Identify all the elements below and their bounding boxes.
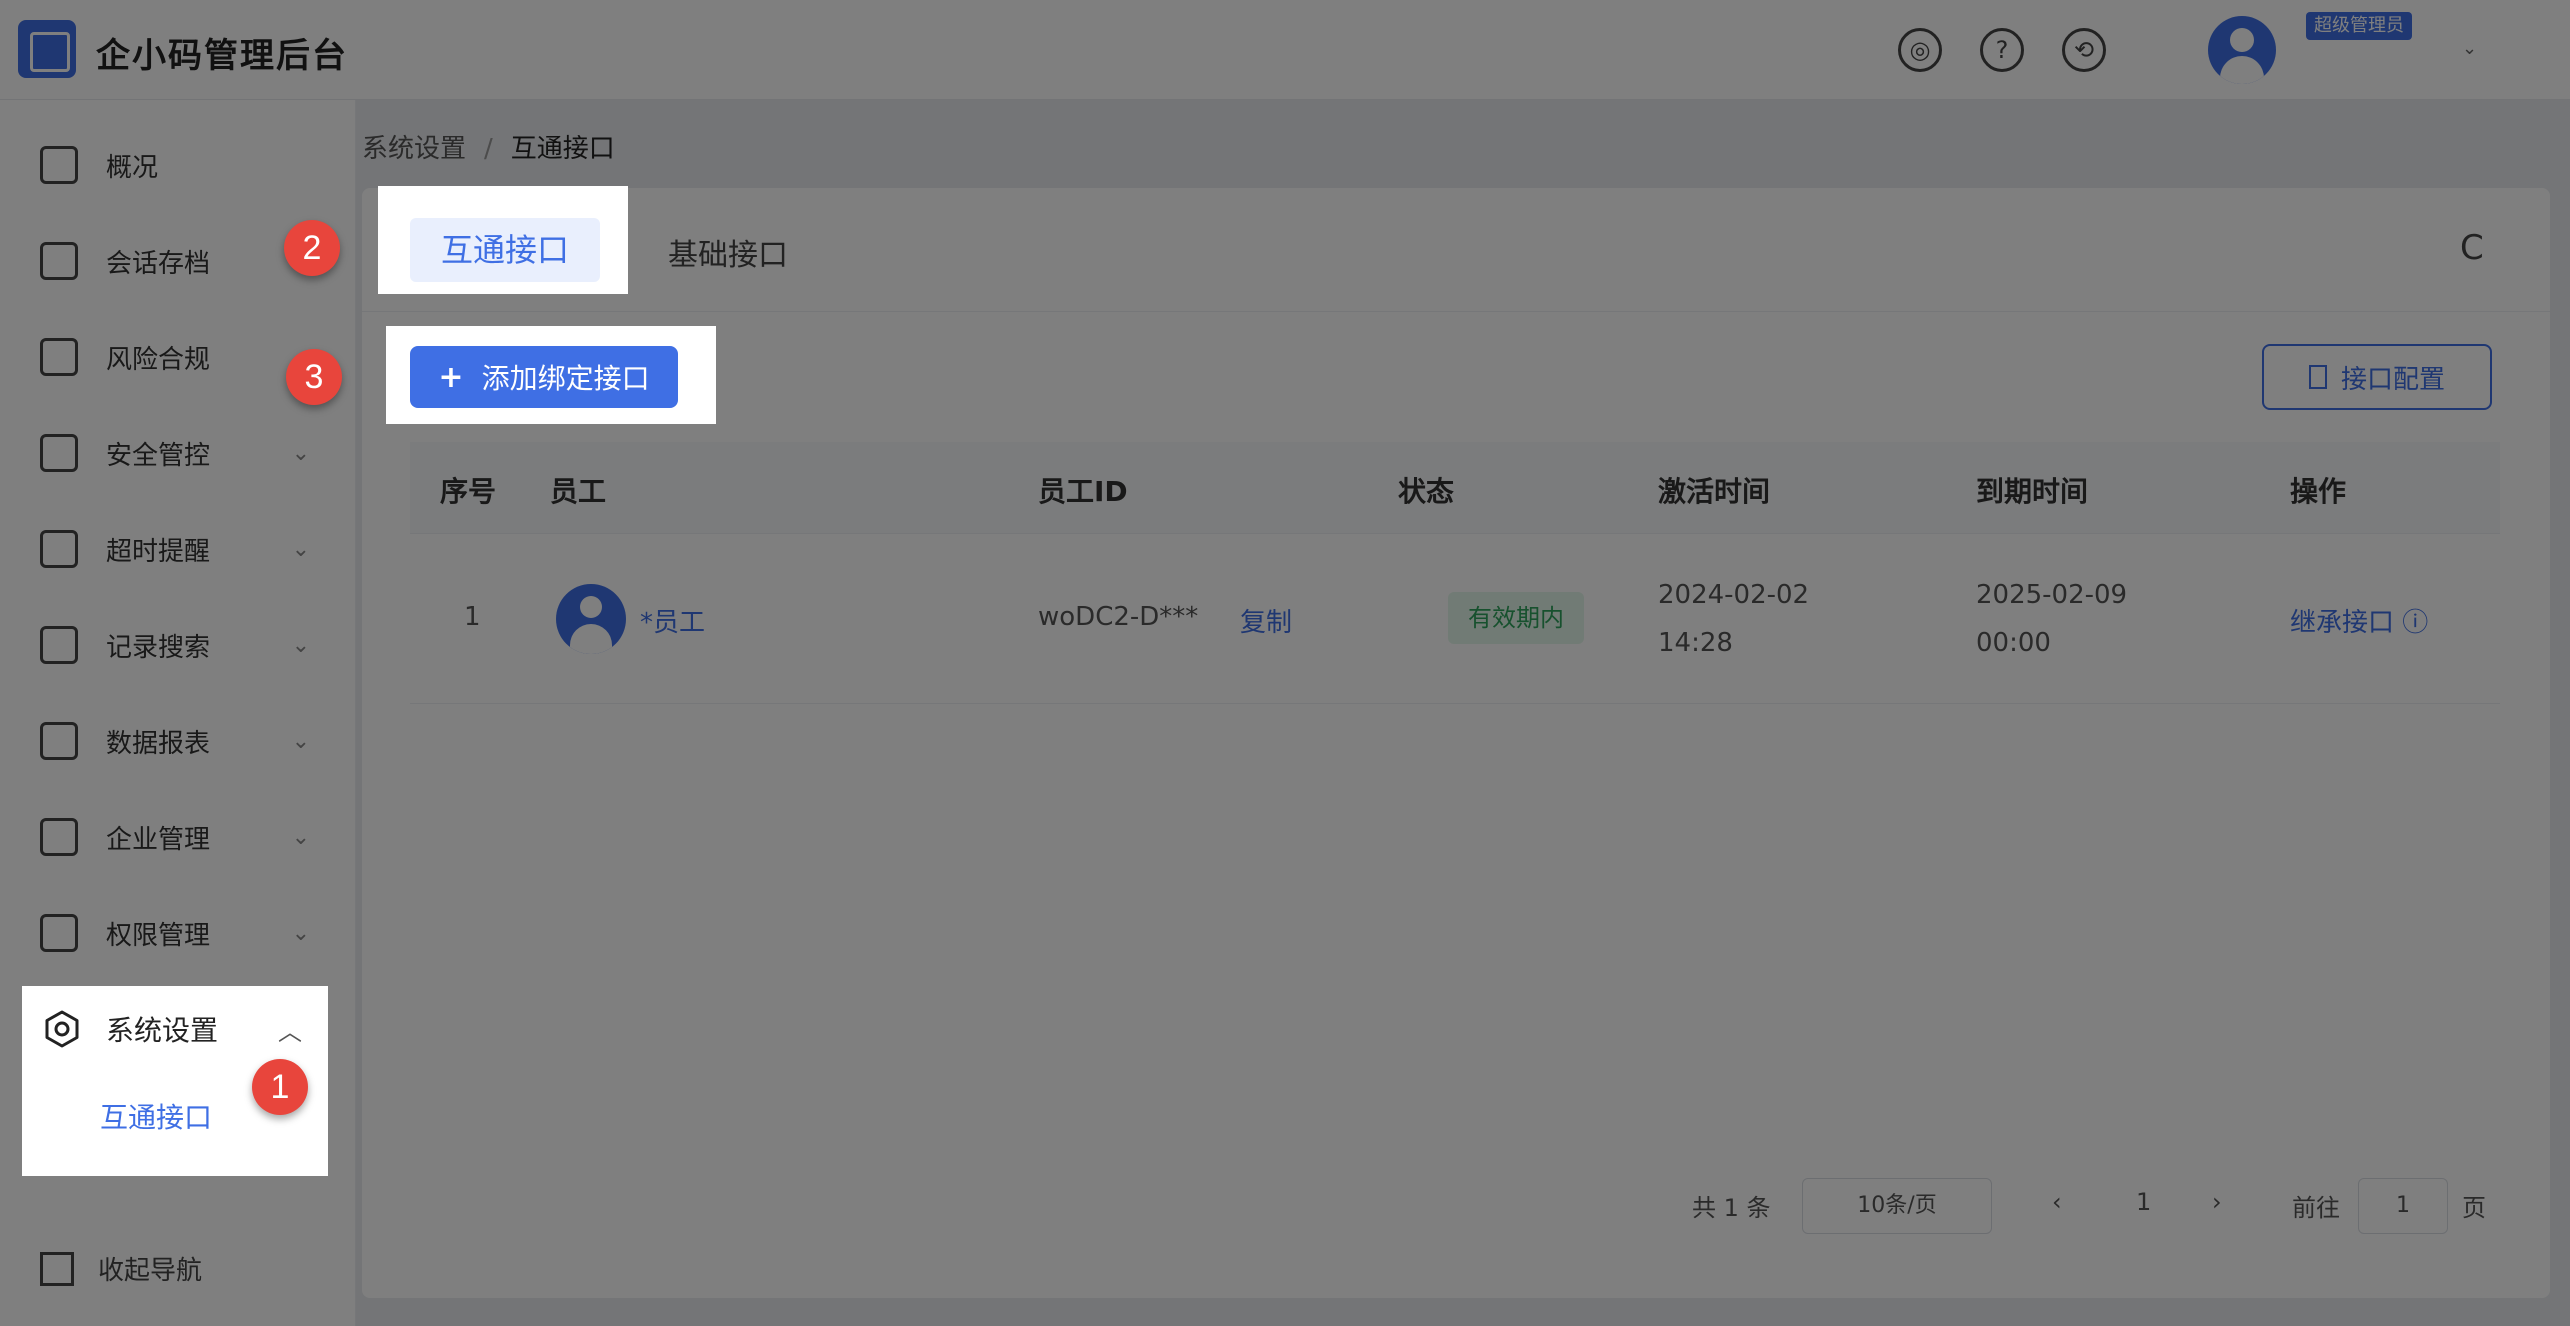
- step-marker-2: 2: [284, 220, 340, 276]
- add-binding-button[interactable]: + 添加绑定接口: [410, 346, 678, 408]
- sidebar-subitem-interop[interactable]: 互通接口: [100, 1096, 212, 1136]
- add-button-label: 添加绑定接口: [481, 362, 650, 395]
- plus-icon: +: [438, 359, 464, 395]
- step-marker-1: 1: [252, 1059, 308, 1115]
- sidebar-item-label: 系统设置: [106, 1014, 219, 1047]
- tab-interop-interface[interactable]: 互通接口: [410, 218, 600, 282]
- chevron-up-icon: ︿: [278, 1018, 302, 1046]
- settings-hex-icon: [45, 1010, 79, 1048]
- sidebar-item-system-settings[interactable]: 系统设置 ︿: [42, 1004, 312, 1054]
- highlight-add-button: + 添加绑定接口: [386, 326, 716, 424]
- highlight-tab: 互通接口: [378, 186, 628, 294]
- step-marker-3: 3: [286, 349, 342, 405]
